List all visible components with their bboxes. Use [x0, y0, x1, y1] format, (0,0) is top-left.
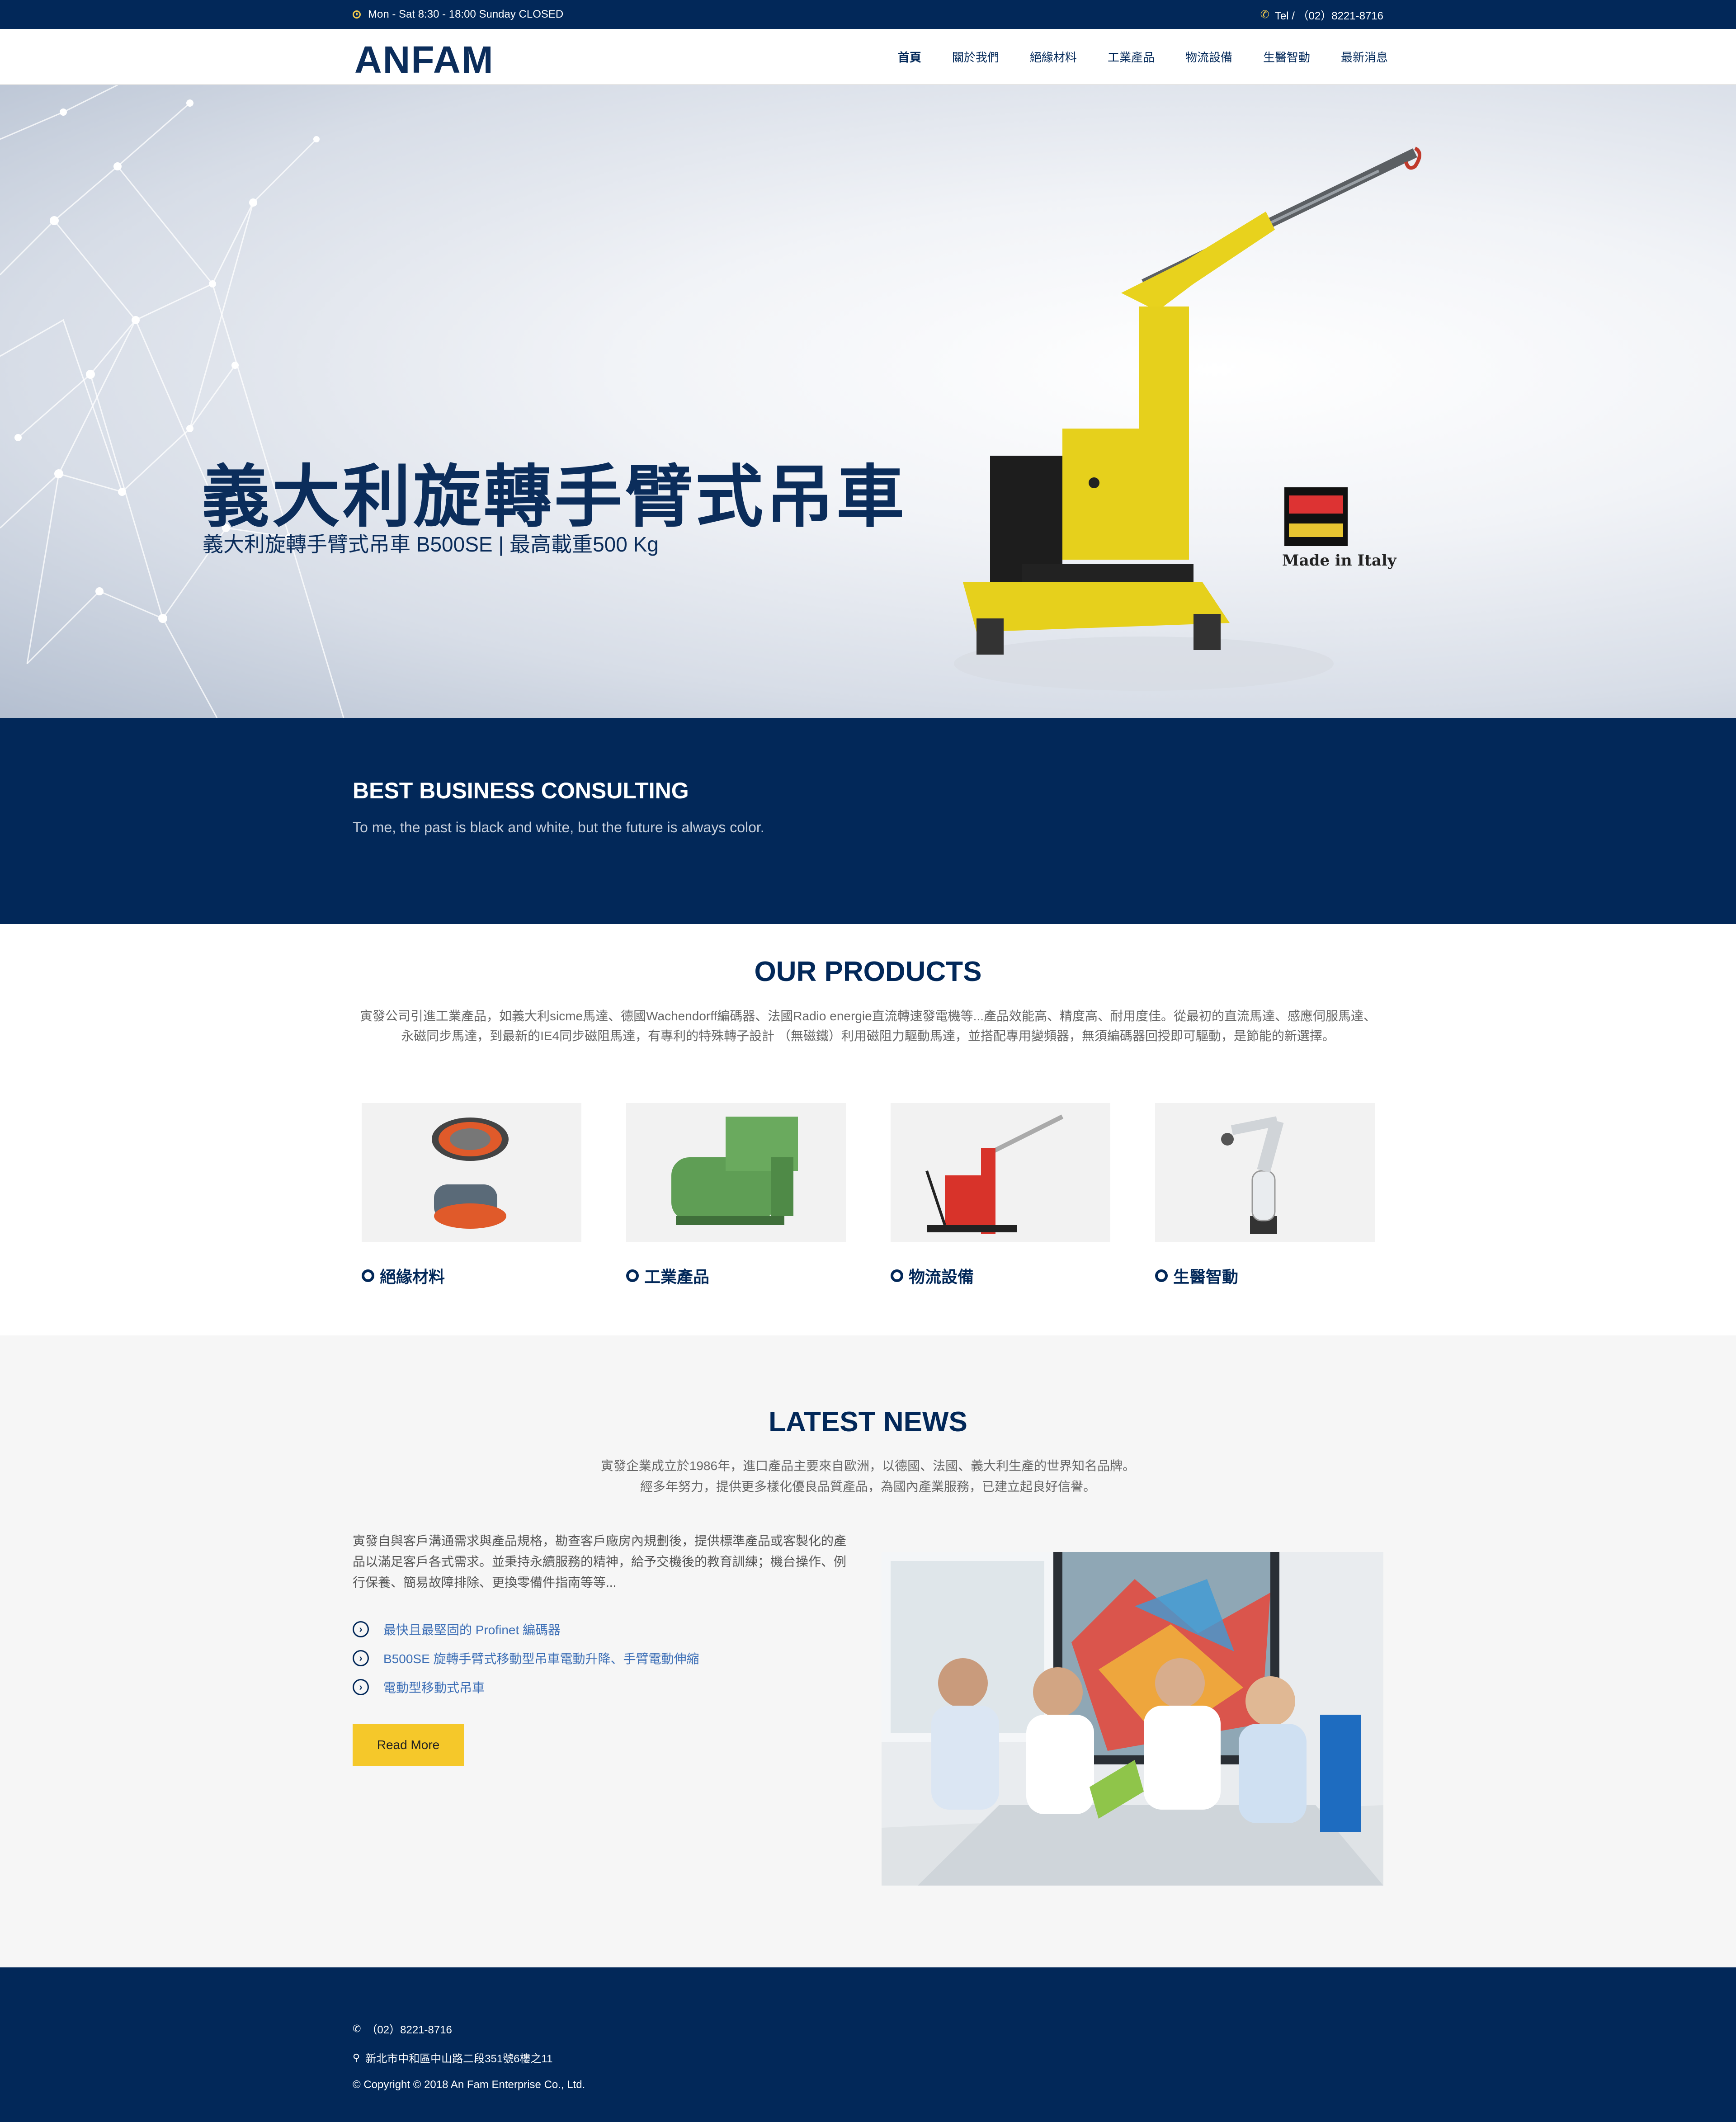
news-links: › 最快且最堅固的 Profinet 編碼器 › B500SE 旋轉手臂式移動型…	[353, 1615, 895, 1702]
nav-item-about[interactable]: 關於我們	[952, 48, 999, 65]
product-image-logistics[interactable]	[891, 1103, 1110, 1242]
site-footer: ✆ （02）8221-8716 ⚲ 新北市中和區中山路二段351號6樓之11 ©…	[0, 1967, 1736, 2122]
nav-item-insulation[interactable]: 絕緣材料	[1030, 48, 1077, 65]
phone-icon: ✆	[353, 2023, 361, 2034]
product-card-insulation[interactable]: 絕緣材料	[362, 1103, 581, 1287]
product-card-industrial[interactable]: 工業產品	[626, 1103, 846, 1287]
chevron-right-circle-icon: ›	[353, 1679, 369, 1695]
product-label-insulation[interactable]: 絕緣材料	[362, 1264, 581, 1287]
consulting-text: To me, the past is black and white, but …	[353, 819, 764, 835]
news-link-text[interactable]: 最快且最堅固的 Profinet 編碼器	[383, 1620, 561, 1638]
logo[interactable]: ANFAM	[354, 38, 494, 82]
footer-phone-text: （02）8221-8716	[366, 2024, 452, 2036]
products-desc-line1: 寅發公司引進工業產品，如義大利sicme馬達、德國Wachendorff編碼器、…	[359, 1009, 1376, 1023]
footer-phone[interactable]: ✆ （02）8221-8716	[353, 2021, 452, 2037]
network-pattern	[0, 85, 344, 718]
nav-item-home[interactable]: 首頁	[898, 48, 921, 65]
footer-copyright-text: © Copyright © 2018 An Fam Enterprise Co.…	[353, 2079, 585, 2091]
product-image-insulation[interactable]	[362, 1103, 581, 1242]
footer-address: ⚲ 新北市中和區中山路二段351號6樓之11	[353, 2050, 552, 2065]
product-card-logistics[interactable]: 物流設備	[891, 1103, 1110, 1287]
gear-icon	[362, 1269, 374, 1282]
news-link-item[interactable]: › 電動型移動式吊車	[353, 1673, 895, 1702]
made-in-italy-text: Made in Italy	[1282, 552, 1396, 570]
news-link-item[interactable]: › B500SE 旋轉手臂式移動型吊車電動升降、手臂電動伸縮	[353, 1644, 895, 1673]
product-label-biomed[interactable]: 生醫智動	[1155, 1264, 1375, 1287]
contact-tel[interactable]: ✆ Tel / （02）8221-8716	[1260, 0, 1383, 29]
gear-icon	[1155, 1269, 1168, 1282]
products-desc-line2: 永磁同步馬達，到最新的IE4同步磁阻馬達，有專利的特殊轉子設計 （無磁鐵）利用磁…	[401, 1029, 1335, 1043]
footer-address-text: 新北市中和區中山路二段351號6樓之11	[365, 2053, 553, 2065]
news-link-text[interactable]: B500SE 旋轉手臂式移動型吊車電動升降、手臂電動伸縮	[383, 1649, 699, 1667]
business-hours: Mon - Sat 8:30 - 18:00 Sunday CLOSED	[353, 0, 563, 29]
news-title: LATEST NEWS	[769, 1406, 967, 1438]
page: Mon - Sat 8:30 - 18:00 Sunday CLOSED ✆ T…	[0, 0, 1736, 2122]
consulting-section: BEST BUSINESS CONSULTING To me, the past…	[0, 718, 1736, 924]
hero-banner: 義大利旋轉手臂式吊車 義大利旋轉手臂式吊車 B500SE | 最高載重500 K…	[0, 85, 1736, 718]
product-label-text: 工業產品	[644, 1268, 710, 1286]
news-link-item[interactable]: › 最快且最堅固的 Profinet 編碼器	[353, 1615, 895, 1644]
products-description: 寅發公司引進工業產品，如義大利sicme馬達、德國Wachendorff編碼器、…	[344, 1006, 1392, 1046]
nav-item-logistics[interactable]: 物流設備	[1185, 48, 1232, 65]
nav-item-biomed[interactable]: 生醫智動	[1263, 48, 1310, 65]
news-section: LATEST NEWS 寅發企業成立於1986年，進口產品主要來自歐洲，以德國、…	[0, 1335, 1736, 1967]
hero-title: 義大利旋轉手臂式吊車	[202, 459, 907, 535]
crane-image	[954, 146, 1421, 691]
read-more-button[interactable]: Read More	[353, 1724, 464, 1766]
product-label-industrial[interactable]: 工業產品	[626, 1264, 846, 1287]
news-intro-line1: 寅發企業成立於1986年，進口產品主要來自歐洲，以德國、法國、義大利生產的世界知…	[600, 1459, 1136, 1473]
business-hours-text: Mon - Sat 8:30 - 18:00 Sunday CLOSED	[368, 8, 564, 20]
phone-icon: ✆	[1260, 8, 1269, 21]
news-link-text[interactable]: 電動型移動式吊車	[383, 1678, 485, 1696]
hero-subtitle: 義大利旋轉手臂式吊車 B500SE | 最高載重500 Kg	[203, 533, 659, 556]
product-label-text: 生醫智動	[1173, 1268, 1239, 1286]
clock-icon	[353, 10, 361, 19]
news-intro-line2: 經多年努力，提供更多樣化優良品質產品，為國內產業服務，已建立起良好信譽。	[640, 1480, 1096, 1494]
meeting-photo	[882, 1552, 1383, 1886]
chevron-right-circle-icon: ›	[353, 1621, 369, 1637]
product-image-industrial[interactable]	[626, 1103, 846, 1242]
chevron-right-circle-icon: ›	[353, 1650, 369, 1666]
product-label-logistics[interactable]: 物流設備	[891, 1264, 1110, 1287]
consulting-title: BEST BUSINESS CONSULTING	[353, 778, 689, 803]
gear-icon	[626, 1269, 639, 1282]
news-intro: 寅發企業成立於1986年，進口產品主要來自歐洲，以德國、法國、義大利生產的世界知…	[0, 1456, 1736, 1497]
gear-icon	[891, 1269, 903, 1282]
nav-item-news[interactable]: 最新消息	[1341, 48, 1388, 65]
nav-item-industrial[interactable]: 工業產品	[1108, 48, 1155, 65]
tel-text: Tel / （02）8221-8716	[1274, 9, 1383, 22]
product-label-text: 絕緣材料	[380, 1268, 445, 1286]
products-title: OUR PRODUCTS	[754, 956, 982, 987]
product-label-text: 物流設備	[909, 1268, 974, 1286]
main-nav: 首頁 關於我們 絕緣材料 工業產品 物流設備 生醫智動 最新消息	[867, 29, 1388, 84]
site-header: ANFAM 首頁 關於我們 絕緣材料 工業產品 物流設備 生醫智動 最新消息	[0, 29, 1736, 85]
map-marker-icon: ⚲	[353, 2051, 360, 2063]
top-bar: Mon - Sat 8:30 - 18:00 Sunday CLOSED ✆ T…	[0, 0, 1736, 29]
product-image-biomed[interactable]	[1155, 1103, 1375, 1242]
made-in-italy-badge: Made in Italy	[1282, 487, 1396, 570]
product-card-biomed[interactable]: 生醫智動	[1155, 1103, 1375, 1287]
footer-copyright: © Copyright © 2018 An Fam Enterprise Co.…	[353, 2079, 585, 2091]
flag-logo-icon	[1284, 487, 1348, 546]
news-body: 寅發自與客戶溝通需求與產品規格，勘查客戶廠房內規劃後，提供標準產品或客製化的產品…	[353, 1534, 847, 1589]
